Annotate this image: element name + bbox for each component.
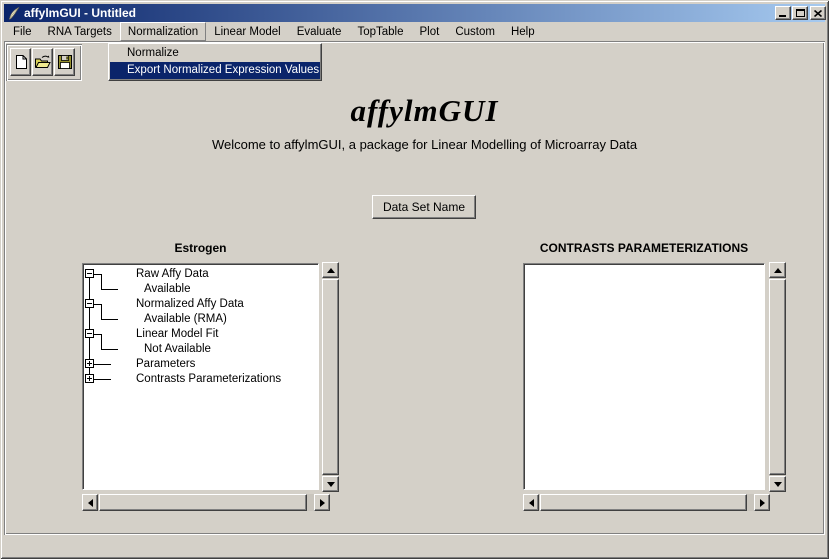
menu-item-normalize[interactable]: Normalize: [110, 45, 320, 62]
save-file-button[interactable]: [54, 48, 75, 76]
menu-help[interactable]: Help: [503, 22, 543, 41]
open-file-button[interactable]: [32, 48, 53, 76]
menu-custom[interactable]: Custom: [447, 22, 503, 41]
toolbar: [6, 44, 82, 81]
left-panel-horizontal-scrollbar[interactable]: [82, 494, 330, 511]
tree-line: [101, 319, 118, 320]
scroll-up-button[interactable]: [322, 262, 339, 278]
left-panel-title: Estrogen: [82, 241, 319, 255]
status-tree-listbox[interactable]: Raw Affy Data Available Normalized Affy …: [82, 263, 319, 490]
scroll-down-button[interactable]: [322, 476, 339, 492]
right-panel-horizontal-scrollbar[interactable]: [523, 494, 770, 511]
right-panel-vertical-scrollbar[interactable]: [769, 262, 786, 492]
down-arrow-icon: [327, 482, 335, 487]
tree-expand-box[interactable]: [85, 359, 94, 368]
contrasts-listbox[interactable]: [523, 263, 765, 490]
tree-node-available-rma[interactable]: Available (RMA): [144, 312, 227, 326]
left-panel-vertical-scrollbar[interactable]: [322, 262, 339, 492]
menu-bar: File RNA Targets Normalization Linear Mo…: [4, 22, 825, 41]
menu-normalization[interactable]: Normalization: [120, 22, 206, 41]
scrollbar-thumb[interactable]: [99, 494, 307, 511]
menu-rna-targets[interactable]: RNA Targets: [40, 22, 120, 41]
left-arrow-icon: [88, 499, 93, 507]
menu-evaluate[interactable]: Evaluate: [289, 22, 350, 41]
menu-item-export-normalized-expression-values[interactable]: Export Normalized Expression Values: [110, 62, 320, 79]
menu-toptable[interactable]: TopTable: [349, 22, 411, 41]
menu-plot[interactable]: Plot: [412, 22, 448, 41]
title-bar: affylmGUI - Untitled: [4, 4, 825, 22]
tree-collapse-box[interactable]: [85, 299, 94, 308]
tree-line: [94, 364, 111, 365]
maximize-icon: [796, 9, 805, 17]
app-feather-icon: [7, 6, 20, 21]
menu-file[interactable]: File: [5, 22, 40, 41]
scroll-left-button[interactable]: [523, 494, 539, 511]
new-file-button[interactable]: [10, 48, 31, 76]
normalization-dropdown-menu: Normalize Export Normalized Expression V…: [108, 43, 322, 81]
left-arrow-icon: [529, 499, 534, 507]
tree-line: [101, 304, 102, 319]
tree-line: [101, 334, 102, 349]
tree-line: [94, 304, 101, 305]
application-window: affylmGUI - Untitled File RNA Targets No…: [0, 0, 829, 559]
down-arrow-icon: [774, 482, 782, 487]
tree-collapse-box[interactable]: [85, 269, 94, 278]
tree-line: [101, 289, 118, 290]
scroll-right-button[interactable]: [314, 494, 330, 511]
new-document-icon: [13, 54, 29, 70]
tree-line: [94, 334, 101, 335]
menu-linear-model[interactable]: Linear Model: [206, 22, 288, 41]
right-arrow-icon: [760, 499, 765, 507]
tree-line: [101, 349, 118, 350]
close-icon: [814, 10, 822, 17]
tree-node-contrasts-parameterizations[interactable]: Contrasts Parameterizations: [136, 372, 281, 386]
tree-line: [94, 379, 111, 380]
app-title: affylmGUI: [20, 93, 829, 129]
tree-collapse-box[interactable]: [85, 329, 94, 338]
scroll-left-button[interactable]: [82, 494, 98, 511]
welcome-text: Welcome to affylmGUI, a package for Line…: [20, 137, 829, 152]
tree-node-linear-model-fit[interactable]: Linear Model Fit: [136, 327, 218, 341]
save-floppy-icon: [57, 54, 73, 70]
up-arrow-icon: [774, 268, 782, 273]
minimize-icon: [779, 15, 786, 17]
up-arrow-icon: [327, 268, 335, 273]
scroll-right-button[interactable]: [754, 494, 770, 511]
close-button[interactable]: [810, 6, 826, 20]
right-arrow-icon: [320, 499, 325, 507]
open-folder-icon: [34, 54, 51, 70]
tree-node-raw-available[interactable]: Available: [144, 282, 190, 296]
tree-node-not-available[interactable]: Not Available: [144, 342, 211, 356]
scrollbar-thumb[interactable]: [540, 494, 747, 511]
scrollbar-thumb[interactable]: [322, 279, 339, 475]
tree-node-raw-affy-data[interactable]: Raw Affy Data: [136, 267, 209, 281]
maximize-button[interactable]: [792, 6, 808, 20]
tree-node-normalized-affy-data[interactable]: Normalized Affy Data: [136, 297, 244, 311]
scroll-down-button[interactable]: [769, 476, 786, 492]
data-set-name-button[interactable]: Data Set Name: [372, 195, 476, 219]
tree-node-parameters[interactable]: Parameters: [136, 357, 195, 371]
tree-expand-box[interactable]: [85, 374, 94, 383]
minimize-button[interactable]: [775, 6, 791, 20]
tree-line: [94, 274, 101, 275]
right-panel-title: CONTRASTS PARAMETERIZATIONS: [523, 241, 765, 255]
window-title: affylmGUI - Untitled: [24, 6, 136, 20]
scrollbar-thumb[interactable]: [769, 279, 786, 475]
status-tree: Raw Affy Data Available Normalized Affy …: [83, 264, 318, 489]
scroll-up-button[interactable]: [769, 262, 786, 278]
tree-line: [101, 274, 102, 289]
